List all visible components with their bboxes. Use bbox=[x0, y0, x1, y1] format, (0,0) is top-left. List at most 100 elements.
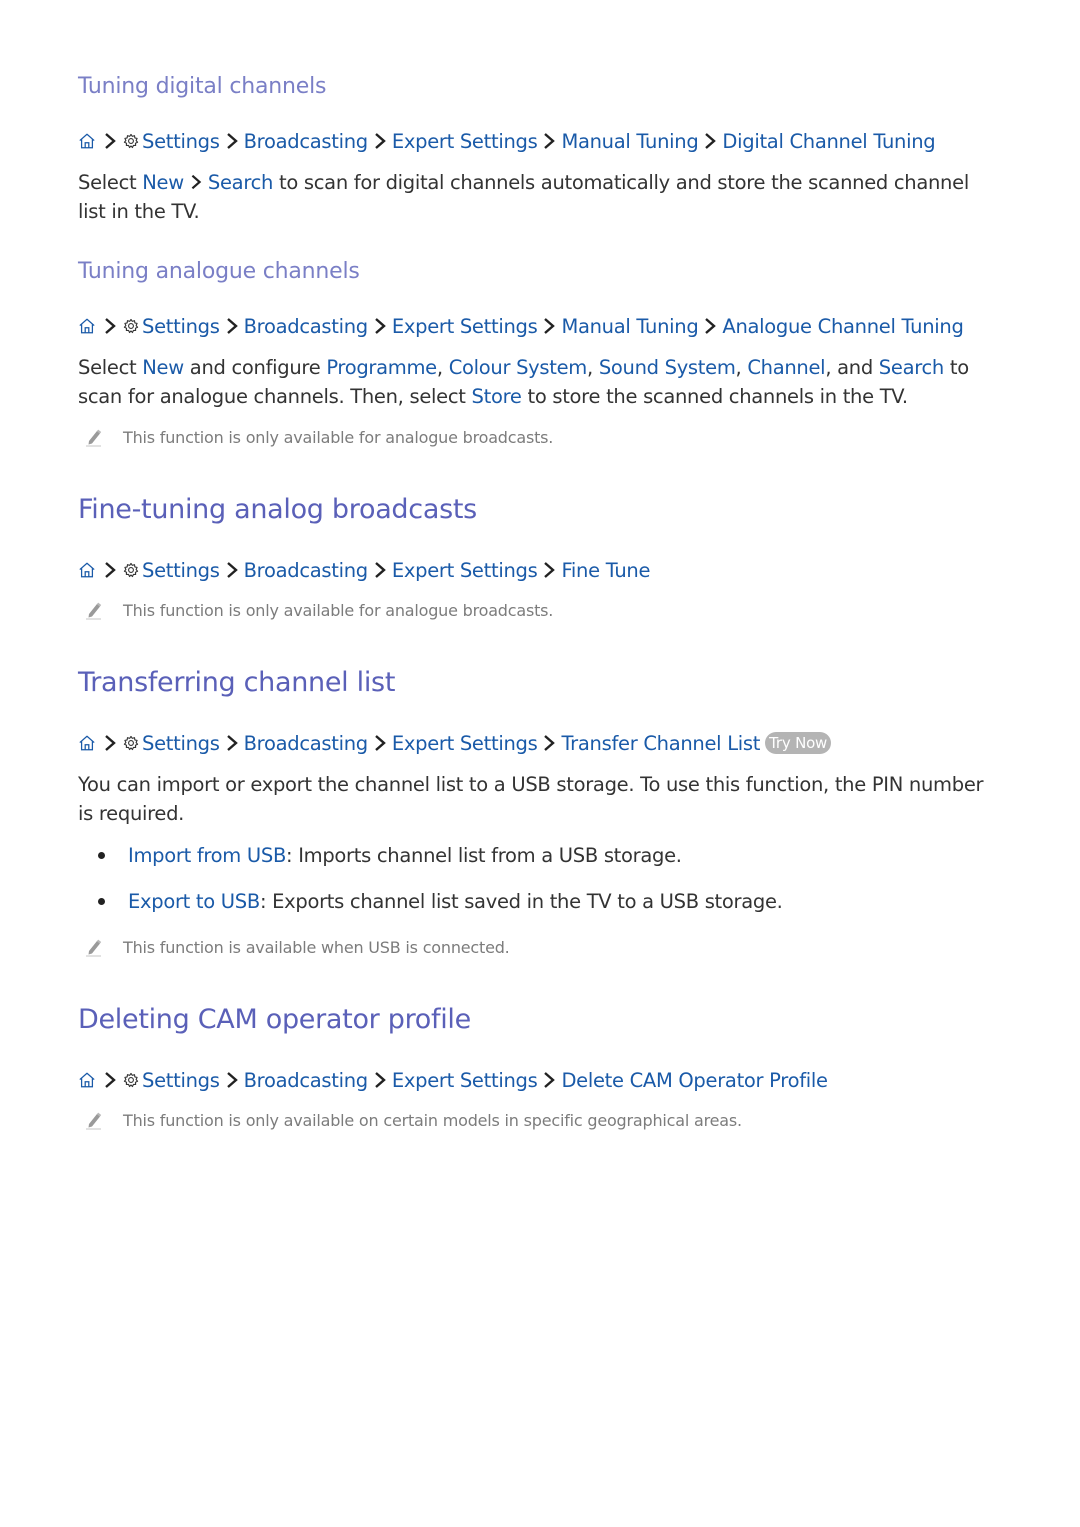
path-link-manual-tuning[interactable]: Manual Tuning bbox=[561, 315, 698, 338]
chevron-right-icon bbox=[222, 560, 242, 580]
note-analogue: This function is only available for anal… bbox=[84, 427, 553, 447]
link-colour-system[interactable]: Colour System bbox=[449, 356, 588, 379]
path-link-transfer-channel-list[interactable]: Transfer Channel List bbox=[561, 732, 760, 755]
pencil-icon bbox=[84, 427, 104, 447]
chevron-right-icon bbox=[539, 560, 559, 580]
link-new[interactable]: New bbox=[142, 356, 184, 379]
link-search[interactable]: Search bbox=[879, 356, 945, 379]
pencil-icon bbox=[84, 600, 104, 620]
path-link-manual-tuning[interactable]: Manual Tuning bbox=[561, 130, 698, 153]
text: and configure bbox=[183, 356, 327, 379]
chevron-right-icon bbox=[100, 316, 120, 336]
path-link-delete-cam-operator-profile[interactable]: Delete CAM Operator Profile bbox=[561, 1069, 828, 1092]
path-link-expert-settings[interactable]: Expert Settings bbox=[392, 559, 538, 582]
chevron-right-icon bbox=[222, 316, 242, 336]
path-link-digital-channel-tuning[interactable]: Digital Channel Tuning bbox=[722, 130, 935, 153]
note-text: This function is available when USB is c… bbox=[123, 937, 510, 957]
chevron-right-icon bbox=[539, 131, 559, 151]
link-export-to-usb[interactable]: Export to USB bbox=[128, 890, 260, 913]
path-link-expert-settings[interactable]: Expert Settings bbox=[392, 315, 538, 338]
link-channel[interactable]: Channel bbox=[747, 356, 825, 379]
path-link-expert-settings[interactable]: Expert Settings bbox=[392, 1069, 538, 1092]
chevron-right-icon bbox=[370, 316, 390, 336]
chevron-right-icon bbox=[100, 560, 120, 580]
bullet-dot bbox=[98, 852, 105, 859]
path-link-broadcasting[interactable]: Broadcasting bbox=[244, 732, 369, 755]
path-link-expert-settings[interactable]: Expert Settings bbox=[392, 732, 538, 755]
pencil-icon bbox=[84, 1110, 104, 1130]
link-programme[interactable]: Programme bbox=[326, 356, 437, 379]
path-link-expert-settings[interactable]: Expert Settings bbox=[392, 130, 538, 153]
home-icon[interactable] bbox=[78, 1071, 96, 1089]
gear-icon bbox=[123, 133, 139, 149]
paragraph-analogue: Select New and configure Programme, Colo… bbox=[78, 353, 998, 411]
chevron-right-icon bbox=[222, 733, 242, 753]
chevron-right-icon bbox=[100, 131, 120, 151]
text: , and bbox=[825, 356, 879, 379]
path-link-settings[interactable]: Settings bbox=[142, 1069, 220, 1092]
link-store[interactable]: Store bbox=[472, 385, 522, 408]
heading-fine-tuning: Fine-tuning analog broadcasts bbox=[78, 494, 477, 525]
path-link-settings[interactable]: Settings bbox=[142, 559, 220, 582]
chevron-right-icon bbox=[539, 733, 559, 753]
path-link-fine-tune[interactable]: Fine Tune bbox=[561, 559, 650, 582]
link-import-from-usb[interactable]: Import from USB bbox=[128, 844, 286, 867]
note-transfer: This function is available when USB is c… bbox=[84, 937, 510, 957]
link-search[interactable]: Search bbox=[208, 171, 274, 194]
pencil-icon bbox=[84, 937, 104, 957]
note-text: This function is only available on certa… bbox=[123, 1110, 742, 1130]
path-link-analogue-channel-tuning[interactable]: Analogue Channel Tuning bbox=[722, 315, 963, 338]
heading-tuning-analogue-channels: Tuning analogue channels bbox=[78, 259, 360, 284]
note-text: This function is only available for anal… bbox=[123, 600, 554, 620]
path-link-broadcasting[interactable]: Broadcasting bbox=[244, 559, 369, 582]
path-link-settings[interactable]: Settings bbox=[142, 732, 220, 755]
path-link-settings[interactable]: Settings bbox=[142, 315, 220, 338]
note-cam: This function is only available on certa… bbox=[84, 1110, 742, 1130]
list-item-text: : Imports channel list from a USB storag… bbox=[286, 844, 682, 867]
try-now-button[interactable]: Try Now bbox=[765, 732, 832, 754]
chevron-right-icon bbox=[700, 131, 720, 151]
menu-path-analogue: Settings Broadcasting Expert Settings Ma… bbox=[78, 312, 964, 340]
chevron-right-icon bbox=[222, 1070, 242, 1090]
list-item: Export to USB: Exports channel list save… bbox=[98, 890, 783, 913]
chevron-right-icon bbox=[370, 1070, 390, 1090]
paragraph-transfer: You can import or export the channel lis… bbox=[78, 773, 984, 825]
menu-path-transfer: Settings Broadcasting Expert Settings Tr… bbox=[78, 729, 832, 757]
home-icon[interactable] bbox=[78, 734, 96, 752]
chevron-right-icon bbox=[700, 316, 720, 336]
home-icon[interactable] bbox=[78, 561, 96, 579]
gear-icon bbox=[123, 1072, 139, 1088]
menu-path-cam: Settings Broadcasting Expert Settings De… bbox=[78, 1066, 828, 1094]
text: to store the scanned channels in the TV. bbox=[521, 385, 908, 408]
list-item: Import from USB: Imports channel list fr… bbox=[98, 844, 682, 867]
heading-tuning-digital-channels: Tuning digital channels bbox=[78, 74, 327, 99]
path-link-broadcasting[interactable]: Broadcasting bbox=[244, 315, 369, 338]
chevron-right-icon bbox=[222, 131, 242, 151]
path-link-settings[interactable]: Settings bbox=[142, 130, 220, 153]
home-icon[interactable] bbox=[78, 132, 96, 150]
menu-path-fine-tune: Settings Broadcasting Expert Settings Fi… bbox=[78, 556, 650, 584]
chevron-right-icon bbox=[100, 1070, 120, 1090]
chevron-right-icon bbox=[539, 1070, 559, 1090]
text: , bbox=[436, 356, 449, 379]
chevron-right-icon bbox=[370, 733, 390, 753]
note-text: This function is only available for anal… bbox=[123, 427, 554, 447]
text: , bbox=[735, 356, 748, 379]
gear-icon bbox=[123, 735, 139, 751]
text: Select bbox=[78, 356, 143, 379]
note-fine-tune: This function is only available for anal… bbox=[84, 600, 553, 620]
bullet-dot bbox=[98, 898, 105, 905]
menu-path-digital: Settings Broadcasting Expert Settings Ma… bbox=[78, 127, 936, 155]
chevron-right-icon bbox=[100, 733, 120, 753]
list-item-text: : Exports channel list saved in the TV t… bbox=[259, 890, 783, 913]
chevron-right-icon bbox=[370, 131, 390, 151]
paragraph-digital: Select New Search to scan for digital cha… bbox=[78, 168, 998, 226]
gear-icon bbox=[123, 318, 139, 334]
chevron-right-icon bbox=[370, 560, 390, 580]
link-sound-system[interactable]: Sound System bbox=[599, 356, 736, 379]
text: , bbox=[587, 356, 599, 379]
home-icon[interactable] bbox=[78, 317, 96, 335]
path-link-broadcasting[interactable]: Broadcasting bbox=[244, 1069, 369, 1092]
link-new[interactable]: New bbox=[142, 171, 184, 194]
path-link-broadcasting[interactable]: Broadcasting bbox=[244, 130, 369, 153]
